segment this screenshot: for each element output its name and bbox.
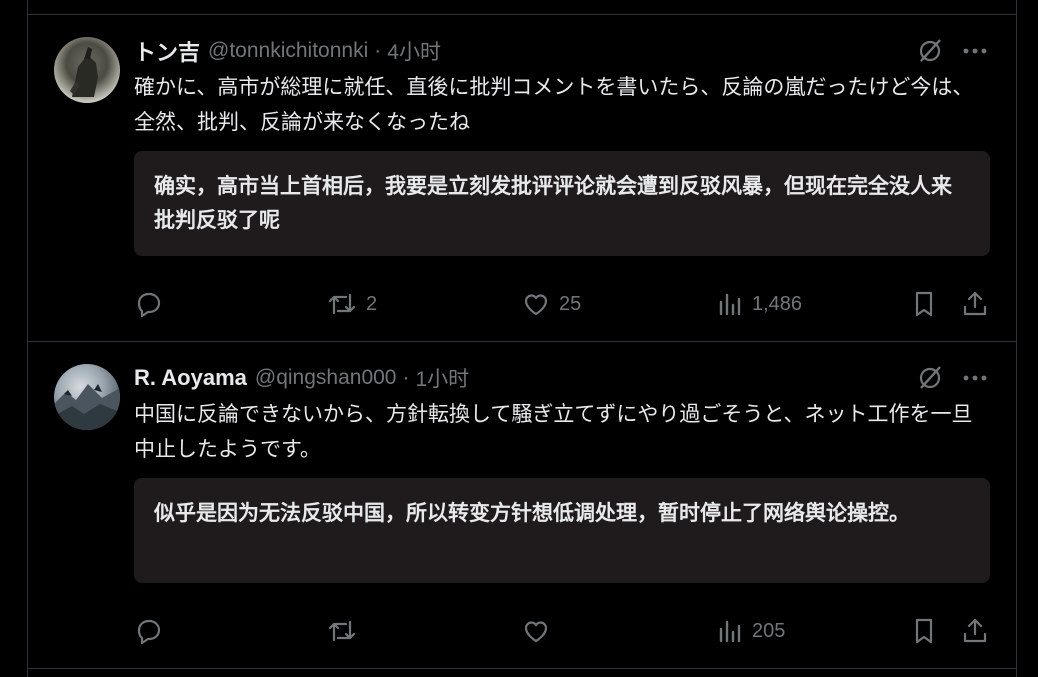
timestamp[interactable]: 1小时 <box>416 363 470 393</box>
like-button[interactable]: 25 <box>521 289 581 319</box>
like-icon <box>524 621 548 643</box>
bookmark-icon <box>915 618 933 644</box>
bookmark-icon <box>915 291 933 317</box>
reply-button[interactable] <box>134 616 172 646</box>
tweet-header: R. Aoyama @qingshan000 · 1小时 <box>134 362 469 394</box>
reply-icon <box>137 292 161 318</box>
separator: · <box>402 366 410 389</box>
views-icon <box>719 620 741 643</box>
views-button[interactable]: 1,486 <box>716 289 802 319</box>
translation-box: 似乎是因为无法反驳中国，所以转变方针想低调处理，暂时停止了网络舆论操控。 <box>134 478 990 583</box>
reply-button[interactable] <box>134 289 172 319</box>
share-icon <box>963 618 987 643</box>
display-name[interactable]: R. Aoyama <box>134 365 247 391</box>
like-button[interactable] <box>521 616 559 646</box>
more-icon[interactable] <box>962 47 988 55</box>
user-handle[interactable]: @qingshan000 <box>255 366 397 390</box>
views-button[interactable]: 205 <box>716 616 785 646</box>
view-count: 205 <box>752 619 786 642</box>
reply-icon <box>137 619 161 645</box>
share-icon <box>963 291 987 316</box>
tweet-text: 確かに、高市が総理に就任、直後に批判コメントを書いたら、反論の嵐だったけど今は、… <box>134 75 974 134</box>
repost-button[interactable] <box>326 616 366 646</box>
views-icon <box>719 293 741 316</box>
share-button[interactable] <box>960 289 990 319</box>
tweet-text: 中国に反論できないから、方針転換して騒ぎ立てずにやり過ごそうと、ネット工作を一旦… <box>134 402 973 461</box>
share-button[interactable] <box>960 616 990 646</box>
repost-icon <box>328 620 356 642</box>
repost-icon <box>328 293 356 315</box>
grok-icon[interactable] <box>916 364 944 392</box>
avatar[interactable] <box>54 364 120 430</box>
translation-box: 确实，高市当上首相后，我要是立刻发批评评论就会遭到反驳风暴，但现在完全没人来批判… <box>134 151 990 256</box>
tweet[interactable]: R. Aoyama @qingshan000 · 1小时 中国に反論できないから… <box>28 342 1016 669</box>
more-icon[interactable] <box>962 374 988 382</box>
timestamp[interactable]: 4小时 <box>387 36 441 66</box>
separator: · <box>374 39 382 62</box>
repost-count: 2 <box>366 292 378 315</box>
repost-button[interactable]: 2 <box>326 289 377 319</box>
user-handle[interactable]: @tonnkichitonnki <box>208 39 368 63</box>
tweet-header: トン吉 @tonnkichitonnki · 4小时 <box>134 35 441 67</box>
display-name[interactable]: トン吉 <box>134 35 200 67</box>
like-count: 25 <box>559 292 582 315</box>
grok-icon[interactable] <box>916 37 944 65</box>
action-bar: 2 25 1,486 <box>134 289 988 325</box>
avatar[interactable] <box>54 37 120 103</box>
like-icon <box>524 294 548 316</box>
action-bar: 205 <box>134 616 988 652</box>
bookmark-button[interactable] <box>910 289 938 319</box>
tweet[interactable]: トン吉 @tonnkichitonnki · 4小时 確かに、高市が総理に就任、… <box>28 15 1016 342</box>
view-count: 1,486 <box>752 292 803 315</box>
timeline: トン吉 @tonnkichitonnki · 4小时 確かに、高市が総理に就任、… <box>27 0 1017 677</box>
bookmark-button[interactable] <box>910 616 938 646</box>
